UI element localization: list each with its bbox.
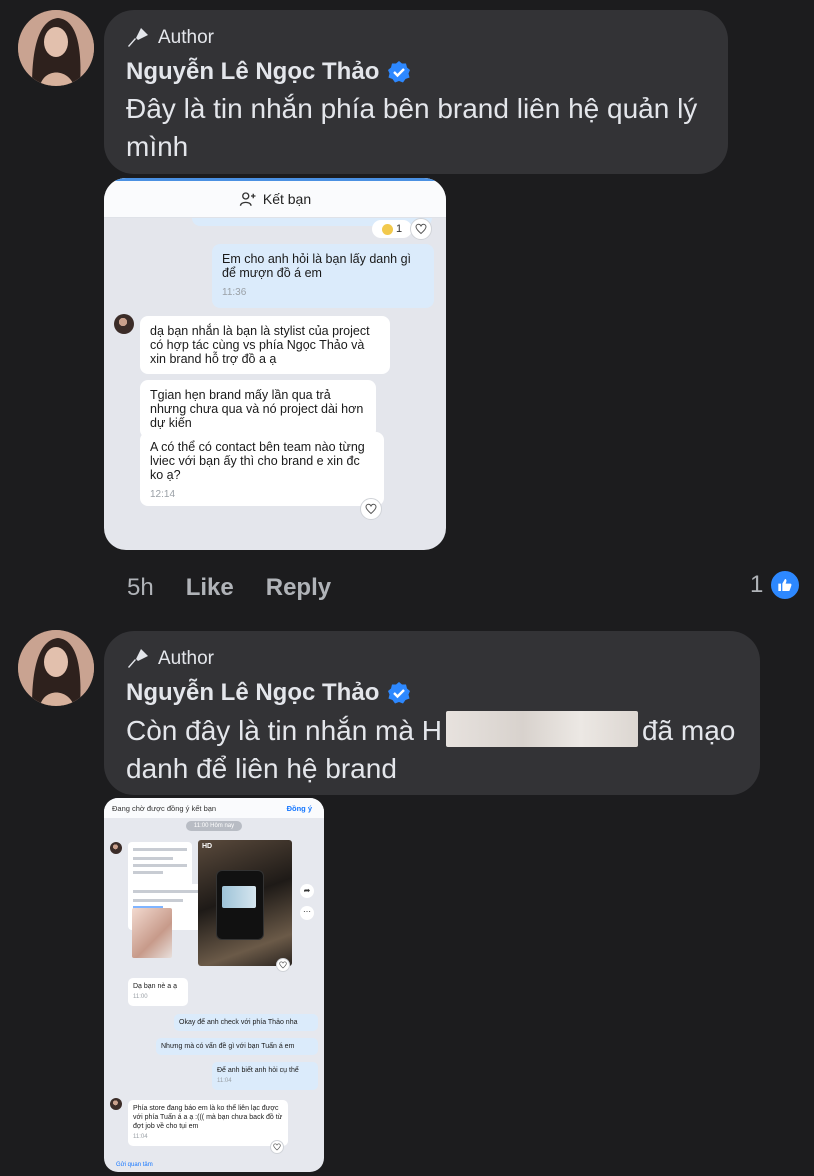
message-time: 11:04 [217,1078,232,1084]
message-text: Phía store đang báo em là ko thể liên lạ… [133,1105,283,1130]
chat-message-incoming: Dạ bạn nè a ạ 11:00 [128,978,188,1006]
message-text: A có thể có contact bên team nào từng lv… [150,440,365,482]
thumbs-up-icon [769,569,802,601]
message-text: Dạ bạn nè a ạ [133,983,177,990]
send-greeting-link[interactable]: Gửi quan tâm [116,1162,153,1168]
contact-avatar [110,1098,122,1110]
reaction-chip-count: 1 [395,223,403,235]
share-icon[interactable]: ➦ [300,884,314,898]
heart-icon[interactable] [360,498,382,520]
verified-badge-icon [388,682,411,704]
reaction-chip[interactable]: 1 [372,220,412,238]
accept-button[interactable]: Đồng ý [287,804,312,813]
hd-label: HD [202,843,213,850]
chat-message-incoming: dạ bạn nhắn là bạn là stylist của projec… [140,316,390,374]
reply-button[interactable]: Reply [266,574,331,602]
commenter-name[interactable]: Nguyễn Lê Ngọc Thảo [126,58,379,86]
author-avatar[interactable] [18,630,94,706]
chat-message-outgoing: Nhưng mà có vấn đề gì với bạn Tuấn á em [156,1038,318,1055]
heart-icon[interactable] [270,1140,284,1154]
message-time: 11:36 [222,287,247,298]
comment-text: Đây là tin nhắn phía bên brand liên hệ q… [126,93,698,162]
message-time: 12:14 [150,489,176,500]
author-avatar[interactable] [18,10,94,86]
comment-actions: 5h Like Reply [127,574,331,602]
attached-screenshot-2[interactable]: Đang chờ được đồng ý kết bạn Đồng ý 11:0… [104,798,324,1172]
comment-bubble: Author Nguyễn Lê Ngọc Thảo Còn đây là ti… [104,631,760,795]
heart-icon[interactable] [410,218,432,240]
add-friend-label: Kết bạn [262,191,312,207]
more-options-icon[interactable]: ⋯ [300,906,314,920]
author-badge: Author [126,24,706,52]
chat-message-outgoing: Em cho anh hỏi là bạn lấy danh gì để mượ… [212,244,434,308]
contact-avatar [110,842,122,854]
reaction-count: 1 [750,571,764,598]
add-friend-bar[interactable]: Kết bạn [104,178,446,218]
redacted-name-blur [445,711,638,747]
heart-icon[interactable] [276,958,290,972]
comment-time[interactable]: 5h [127,574,154,602]
microphone-icon [128,649,148,668]
author-badge-label: Author [158,648,214,669]
author-badge-label: Author [158,27,214,48]
pending-friend-bar: Đang chờ được đồng ý kết bạn Đồng ý [104,798,324,818]
attached-screenshot-1[interactable]: Kết bạn 1 Em cho anh hỏi là bạn lấy danh… [104,178,446,550]
like-button[interactable]: Like [186,574,234,602]
chat-message-incoming: Tgian hẹn brand mấy lần qua trả nhưng ch… [140,380,376,438]
day-separator: 11:00 Hôm nay [186,821,242,831]
microphone-icon [128,28,148,47]
comment-bubble: Author Nguyễn Lê Ngọc Thảo Đây là tin nh… [104,10,728,174]
chat-message-outgoing: Để anh biết anh hỏi cụ thể 11:04 [212,1062,318,1090]
message-text: Nhưng mà có vấn đề gì với bạn Tuấn á em [161,1043,295,1050]
commenter-name[interactable]: Nguyễn Lê Ngọc Thảo [126,679,379,707]
emoji-icon [381,223,393,235]
contact-avatar [114,314,134,334]
chat-message-outgoing: Okay để anh check với phía Thảo nha [174,1014,318,1031]
chat-message-incoming: Phía store đang báo em là ko thể liên lạ… [128,1100,288,1146]
message-time: 11:00 [133,994,148,1000]
author-badge: Author [126,645,738,673]
add-friend-icon [239,192,256,206]
message-text: Okay để anh check với phía Thảo nha [179,1019,298,1026]
photo-thumbnail[interactable] [132,908,172,958]
comment-text-before: Còn đây là tin nhắn mà H [126,715,442,746]
comment-text: Còn đây là tin nhắn mà Hđã mạo danh để l… [126,711,738,788]
id-card-photo[interactable]: HD [198,840,292,966]
message-text: Em cho anh hỏi là bạn lấy danh gì để mượ… [222,252,412,280]
message-text: Tgian hẹn brand mấy lần qua trả nhưng ch… [150,388,364,430]
message-text: Để anh biết anh hỏi cụ thể [217,1067,299,1074]
pending-friend-label: Đang chờ được đồng ý kết bạn [112,803,217,813]
reaction-summary[interactable]: 1 [750,569,802,601]
chat-message-incoming: A có thể có contact bên team nào từng lv… [140,432,384,506]
message-text: dạ bạn nhắn là bạn là stylist của projec… [150,324,370,366]
message-time: 11:04 [133,1134,148,1140]
verified-badge-icon [388,61,411,83]
